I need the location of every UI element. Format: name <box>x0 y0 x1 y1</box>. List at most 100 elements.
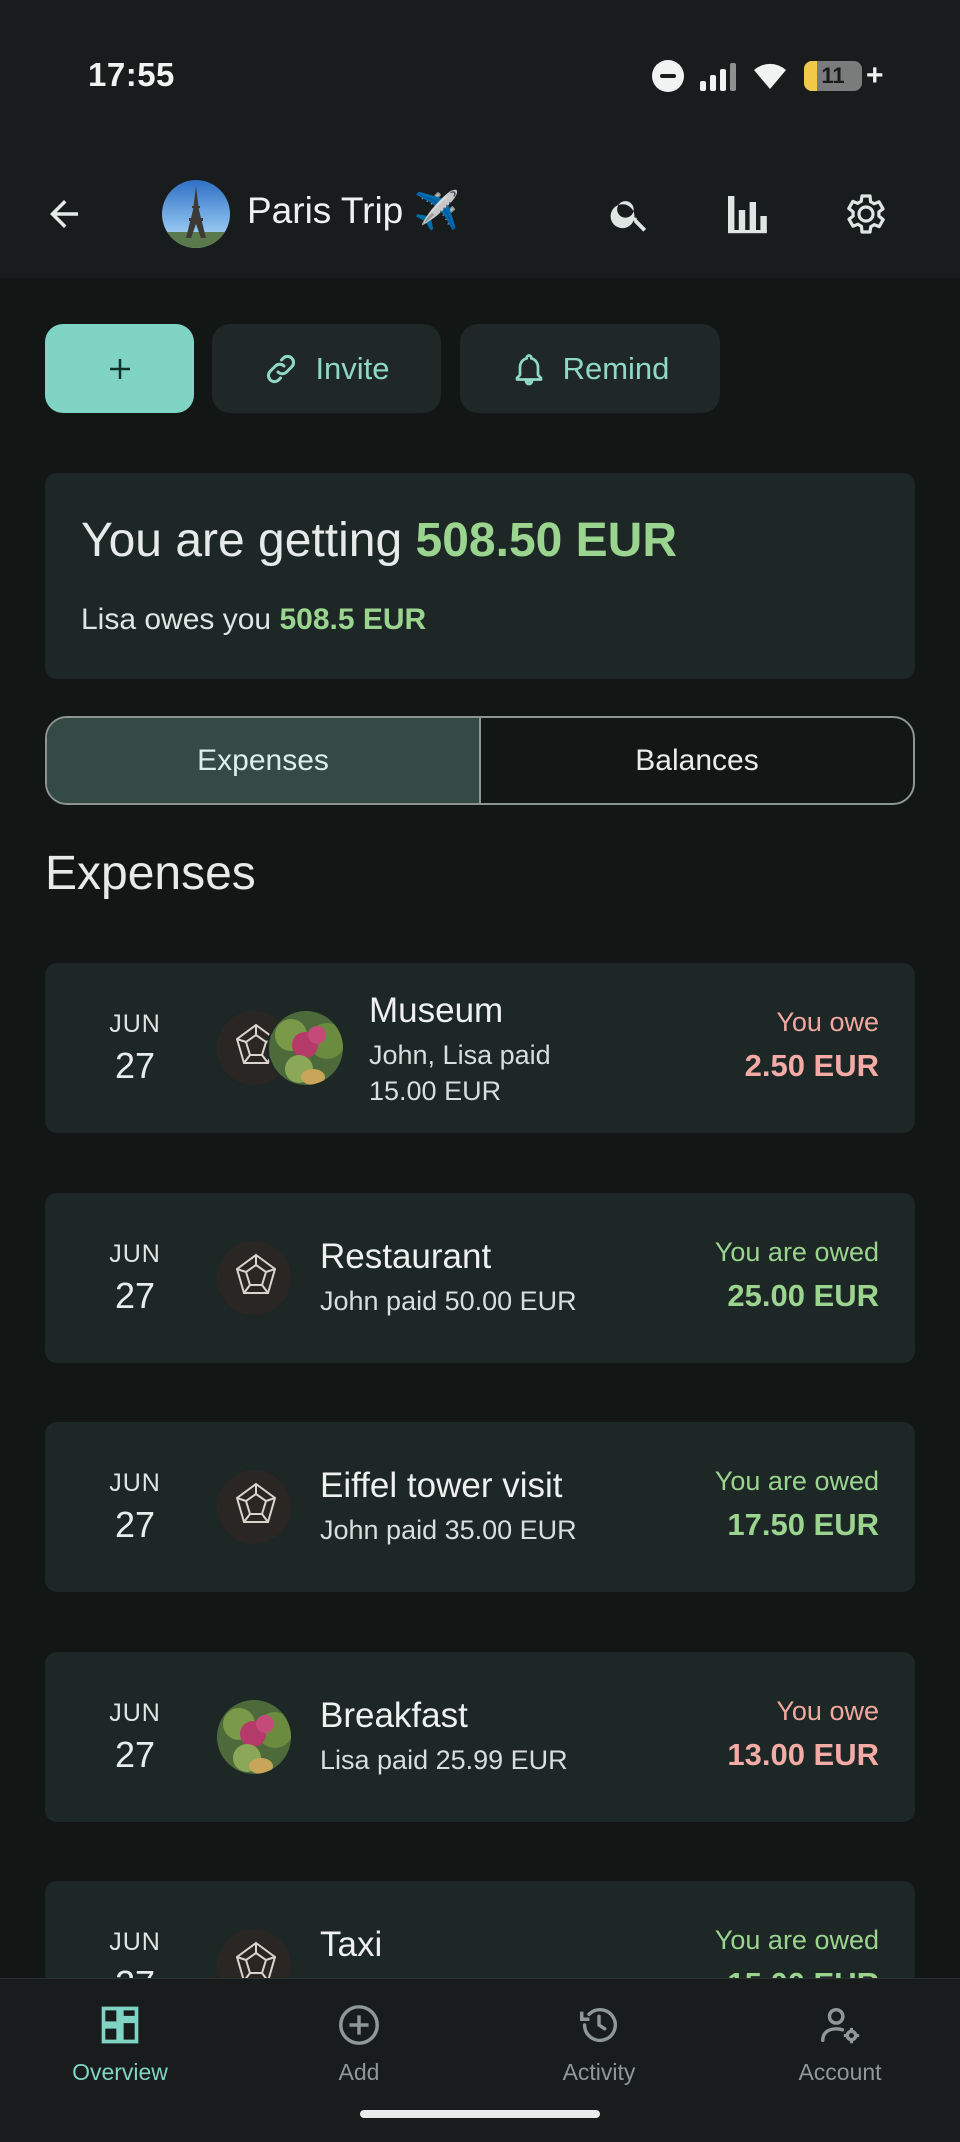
nav-overview[interactable]: Overview <box>20 2001 220 2086</box>
avatar-lisa <box>215 1698 293 1776</box>
avatar-john <box>215 1468 293 1546</box>
account-settings-icon <box>816 2001 864 2049</box>
nav-activity[interactable]: Activity <box>499 2001 699 2086</box>
summary-prefix: You are getting <box>81 514 403 567</box>
invite-label: Invite <box>315 350 390 386</box>
expense-share: You are owed 17.50 EUR <box>715 1466 879 1543</box>
nav-activity-label: Activity <box>562 2059 636 2085</box>
payer-avatars <box>215 1239 293 1317</box>
invite-button[interactable]: Invite <box>212 324 441 413</box>
search-icon <box>610 201 647 232</box>
expense-status: You are owed <box>714 1237 879 1267</box>
remind-button[interactable]: Remind <box>460 324 720 413</box>
group-title: Paris Trip ✈️ <box>247 190 460 231</box>
search-button[interactable] <box>602 186 658 242</box>
settings-button[interactable] <box>838 186 894 242</box>
expense-item[interactable]: JUN 27 Breakfast Lisa paid 25.99 EUR You… <box>45 1652 915 1822</box>
cellular-signal-icon <box>700 61 736 91</box>
expense-day: 27 <box>114 1044 156 1086</box>
expense-payer-line1: John, Lisa paid <box>369 1040 551 1070</box>
expense-name: Eiffel tower visit <box>320 1466 563 1505</box>
expense-payer: John, Lisa paid 15.00 EUR <box>369 1037 551 1109</box>
top-app-bar: Paris Trip ✈️ <box>0 150 960 278</box>
payer-avatars <box>215 1468 293 1546</box>
expense-payer: Lisa paid 25.99 EUR <box>320 1745 568 1775</box>
view-toggle: Expenses Balances <box>45 716 915 805</box>
expense-month: JUN <box>109 1009 161 1038</box>
expense-item[interactable]: JUN 27 Restaurant John paid 50.00 EUR Yo… <box>45 1193 915 1363</box>
expense-status: You owe <box>776 1007 879 1037</box>
expense-date: JUN 27 <box>85 963 185 1133</box>
expense-info: Eiffel tower visit John paid 35.00 EUR <box>320 1466 577 1548</box>
expense-share: You owe 13.00 EUR <box>727 1696 879 1773</box>
remind-label: Remind <box>562 350 670 386</box>
stats-button[interactable] <box>720 186 776 242</box>
expense-status: You are owed <box>714 1466 879 1496</box>
eiffel-tower-image <box>162 180 230 248</box>
expense-info: Museum John, Lisa paid 15.00 EUR <box>369 991 551 1109</box>
link-icon <box>267 354 296 383</box>
expense-info: Taxi <box>320 1925 382 1965</box>
expense-item[interactable]: JUN 27 Museum John, Lisa paid 15.00 EUR … <box>45 963 915 1133</box>
wifi-icon <box>754 63 786 89</box>
tab-expenses[interactable]: Expenses <box>47 718 481 803</box>
expense-payer: John paid 35.00 EUR <box>320 1515 577 1545</box>
expense-info: Restaurant John paid 50.00 EUR <box>320 1237 577 1319</box>
history-icon <box>575 2001 623 2049</box>
expense-amount: 13.00 EUR <box>727 1737 879 1772</box>
section-title: Expenses <box>45 847 256 900</box>
expense-month: JUN <box>109 1468 161 1497</box>
payer-avatars <box>215 1009 345 1087</box>
expense-name: Museum <box>369 991 504 1030</box>
charging-icon: + <box>866 59 884 92</box>
dashboard-icon <box>96 2001 144 2049</box>
nav-add-label: Add <box>338 2059 380 2085</box>
nav-add[interactable]: Add <box>259 2001 459 2086</box>
summary-debtor-text: Lisa owes you <box>81 603 272 636</box>
nav-overview-label: Overview <box>72 2059 168 2085</box>
expense-date: JUN 27 <box>85 1422 185 1592</box>
arrow-back-icon <box>50 200 78 228</box>
balance-summary-card: You are getting 508.50 EUR Lisa owes you… <box>45 473 915 679</box>
status-time: 17:55 <box>88 56 175 93</box>
battery-level: 11 <box>821 63 845 88</box>
expense-status: You are owed <box>714 1925 879 1955</box>
gear-icon <box>847 194 885 234</box>
avatar-john <box>215 1239 293 1317</box>
add-expense-button[interactable] <box>45 324 194 413</box>
expense-name: Restaurant <box>320 1237 492 1276</box>
expense-share: You owe 2.50 EUR <box>745 1007 879 1084</box>
status-bar: 17:55 11 + <box>0 0 960 150</box>
avatar-lisa <box>267 1009 345 1087</box>
expense-month: JUN <box>109 1927 161 1956</box>
home-indicator[interactable] <box>360 2110 600 2118</box>
expense-amount: 17.50 EUR <box>727 1507 879 1542</box>
expense-payer: John paid 50.00 EUR <box>320 1286 577 1316</box>
plus-icon <box>109 358 130 379</box>
expense-status: You owe <box>776 1696 879 1726</box>
nav-account[interactable]: Account <box>740 2001 940 2086</box>
add-circle-icon <box>335 2001 383 2049</box>
expense-amount: 2.50 EUR <box>744 1048 879 1083</box>
payer-avatars <box>215 1698 293 1776</box>
summary-headline: You are getting 508.50 EUR <box>81 513 677 568</box>
group-avatar[interactable] <box>162 180 230 248</box>
bell-icon <box>515 353 542 385</box>
expense-item[interactable]: JUN 27 Eiffel tower visit John paid 35.0… <box>45 1422 915 1592</box>
expense-info: Breakfast Lisa paid 25.99 EUR <box>320 1696 568 1778</box>
do-not-disturb-icon <box>652 60 684 92</box>
summary-total: 508.50 EUR <box>415 514 678 567</box>
expense-day: 27 <box>114 1733 156 1775</box>
expense-date: JUN 27 <box>85 1652 185 1822</box>
bar-chart-icon <box>728 196 767 234</box>
back-button[interactable] <box>36 186 92 242</box>
summary-debtor-amount: 508.5 EUR <box>279 603 427 636</box>
nav-account-label: Account <box>798 2059 882 2085</box>
battery-icon: 11 <box>804 61 862 91</box>
expense-name: Breakfast <box>320 1696 468 1735</box>
status-icons: 11 + <box>652 58 884 94</box>
expense-date: JUN 27 <box>85 1193 185 1363</box>
expense-share: You are owed 25.00 EUR <box>715 1237 879 1314</box>
expense-day: 27 <box>114 1274 156 1316</box>
tab-balances[interactable]: Balances <box>481 718 913 803</box>
